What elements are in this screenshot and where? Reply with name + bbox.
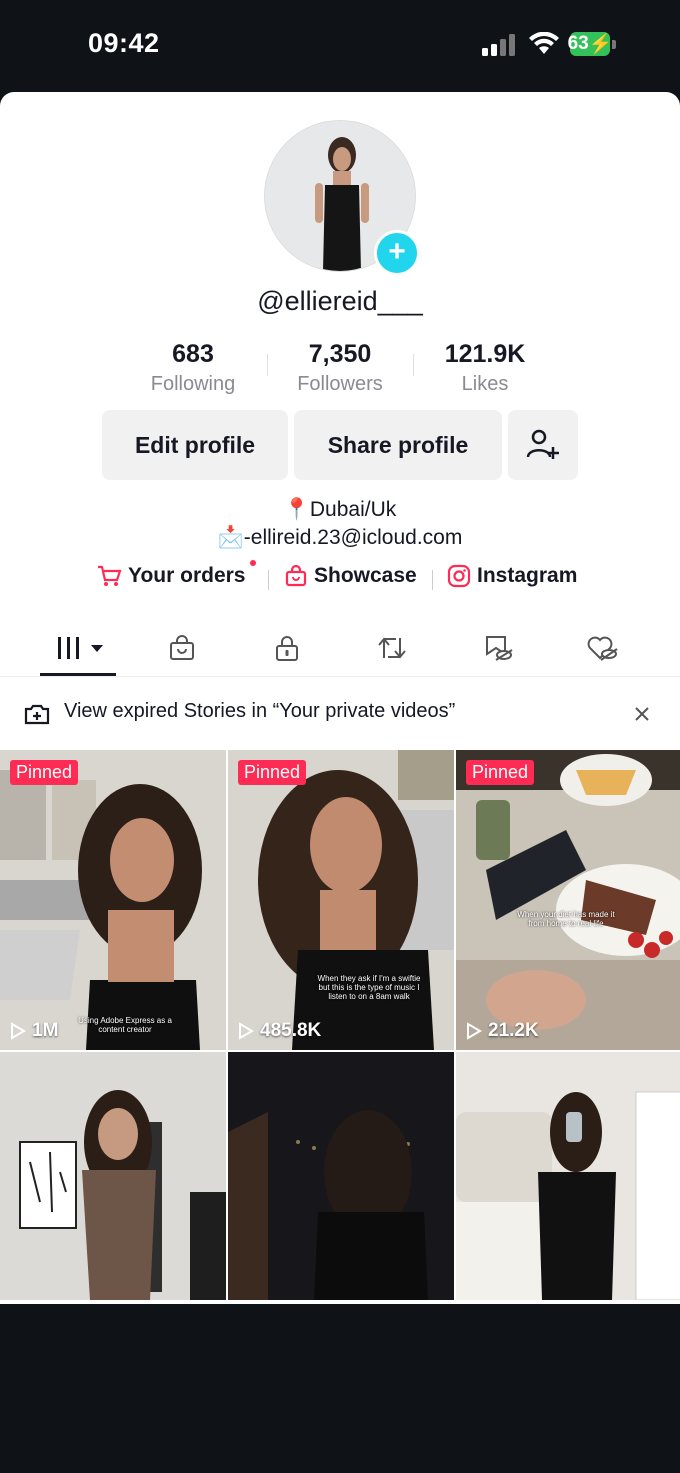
- add-story-button[interactable]: +: [374, 230, 420, 276]
- close-icon[interactable]: [634, 706, 650, 722]
- showcase-link[interactable]: Showcase: [284, 564, 417, 588]
- active-tab-indicator: [40, 673, 116, 676]
- video-preview: [456, 1052, 680, 1300]
- banner-text: View expired Stories in “Your private vi…: [64, 700, 456, 722]
- pin-icon: 📍: [283, 498, 310, 521]
- video-preview: [228, 750, 454, 1050]
- status-bar: 09:42 63 ⚡: [0, 0, 680, 92]
- bio-email: 📩-ellireid.23@icloud.com: [0, 526, 680, 550]
- tab-reposts[interactable]: [372, 628, 412, 668]
- video-caption: When your diet has made it from home to …: [517, 910, 615, 928]
- stat-value: 683: [172, 340, 214, 368]
- view-count-text: 21.2K: [488, 1020, 539, 1041]
- stat-label: Following: [150, 373, 236, 395]
- shop-bag-icon: [170, 635, 194, 660]
- video-preview: [228, 1052, 454, 1300]
- add-user-icon: [526, 429, 559, 459]
- stat-label: Likes: [461, 373, 509, 395]
- video-preview: [0, 750, 226, 1050]
- video-preview: [456, 750, 680, 1050]
- hidden-bookmark-icon: [486, 636, 513, 661]
- hidden-heart-icon: [587, 636, 618, 661]
- tab-favorites[interactable]: [478, 628, 518, 668]
- video-thumbnail[interactable]: Pinned When your diet has made it from h…: [456, 750, 680, 1050]
- wifi-icon: [529, 32, 559, 54]
- tab-liked[interactable]: [583, 628, 623, 668]
- video-thumbnail[interactable]: [456, 1052, 680, 1300]
- your-orders-link[interactable]: Your orders: [96, 564, 245, 588]
- expired-stories-banner[interactable]: View expired Stories in “Your private vi…: [0, 684, 680, 742]
- view-count-text: 485.8K: [260, 1020, 322, 1041]
- link-separator: [268, 570, 269, 590]
- showcase-label: Showcase: [314, 564, 417, 587]
- content-tabs: [0, 620, 680, 677]
- instagram-icon: [447, 564, 471, 588]
- shopping-bag-icon: [285, 564, 307, 587]
- cart-icon: [98, 565, 122, 586]
- stat-value: 7,350: [308, 340, 372, 368]
- status-time: 09:42: [88, 28, 160, 58]
- pinned-badge: Pinned: [466, 760, 535, 785]
- username: @elliereid___: [257, 286, 423, 316]
- video-thumbnail[interactable]: Pinned Using Adobe Express as a content …: [0, 750, 226, 1050]
- play-icon: [11, 1022, 26, 1040]
- pinned-badge: Pinned: [10, 760, 79, 785]
- profile-links: Your orders Showcase Instagram: [0, 560, 680, 596]
- lock-icon: [276, 636, 298, 661]
- battery-icon: 63 ⚡: [567, 32, 613, 56]
- location-text: Dubai/Uk: [309, 498, 397, 521]
- view-count: 21.2K: [466, 1020, 539, 1042]
- cellular-signal-icon: [482, 34, 515, 56]
- share-profile-button[interactable]: Share profile: [294, 410, 502, 480]
- view-count: 1M: [10, 1020, 58, 1042]
- camera-plus-icon: [24, 704, 50, 725]
- battery-tip: [612, 40, 616, 49]
- video-thumbnail[interactable]: [0, 1052, 226, 1300]
- pinned-badge: Pinned: [238, 760, 307, 785]
- stat-likes[interactable]: 121.9K Likes: [410, 340, 560, 396]
- view-count-text: 1M: [32, 1020, 59, 1041]
- add-friends-button[interactable]: [508, 410, 578, 480]
- stat-value: 121.9K: [444, 340, 526, 368]
- your-orders-label: Your orders: [128, 564, 246, 587]
- stat-followers[interactable]: 7,350 Followers: [265, 340, 415, 396]
- link-separator: [432, 570, 433, 590]
- notification-dot: [250, 560, 256, 566]
- video-preview: [0, 1052, 226, 1300]
- envelope-icon: 📩: [217, 526, 244, 549]
- video-thumbnail[interactable]: [228, 1052, 454, 1300]
- tab-videos[interactable]: [54, 628, 108, 668]
- stat-following[interactable]: 683 Following: [118, 340, 268, 396]
- tab-private[interactable]: [267, 628, 307, 668]
- battery-level: 63: [567, 33, 589, 54]
- email-text: -ellireid.23@icloud.com: [243, 526, 463, 549]
- instagram-label: Instagram: [477, 564, 578, 587]
- video-thumbnail[interactable]: Pinned When they ask if I'm a swiftie bu…: [228, 750, 454, 1050]
- instagram-link[interactable]: Instagram: [447, 564, 577, 588]
- play-icon: [467, 1022, 482, 1040]
- edit-profile-button[interactable]: Edit profile: [102, 410, 288, 480]
- tab-shop[interactable]: [162, 628, 202, 668]
- view-count: 485.8K: [238, 1020, 321, 1042]
- stat-label: Followers: [297, 373, 383, 395]
- repost-icon: [378, 637, 406, 659]
- video-caption: Using Adobe Express as a content creator: [78, 1016, 172, 1034]
- play-icon: [239, 1022, 254, 1040]
- profile-sheet: + @elliereid___ 683 Following 7,350 Foll…: [0, 92, 680, 1304]
- video-caption: When they ask if I'm a swiftie but this …: [317, 974, 421, 1001]
- bio-location: 📍Dubai/Uk: [0, 498, 680, 522]
- grid-icon: [58, 637, 103, 659]
